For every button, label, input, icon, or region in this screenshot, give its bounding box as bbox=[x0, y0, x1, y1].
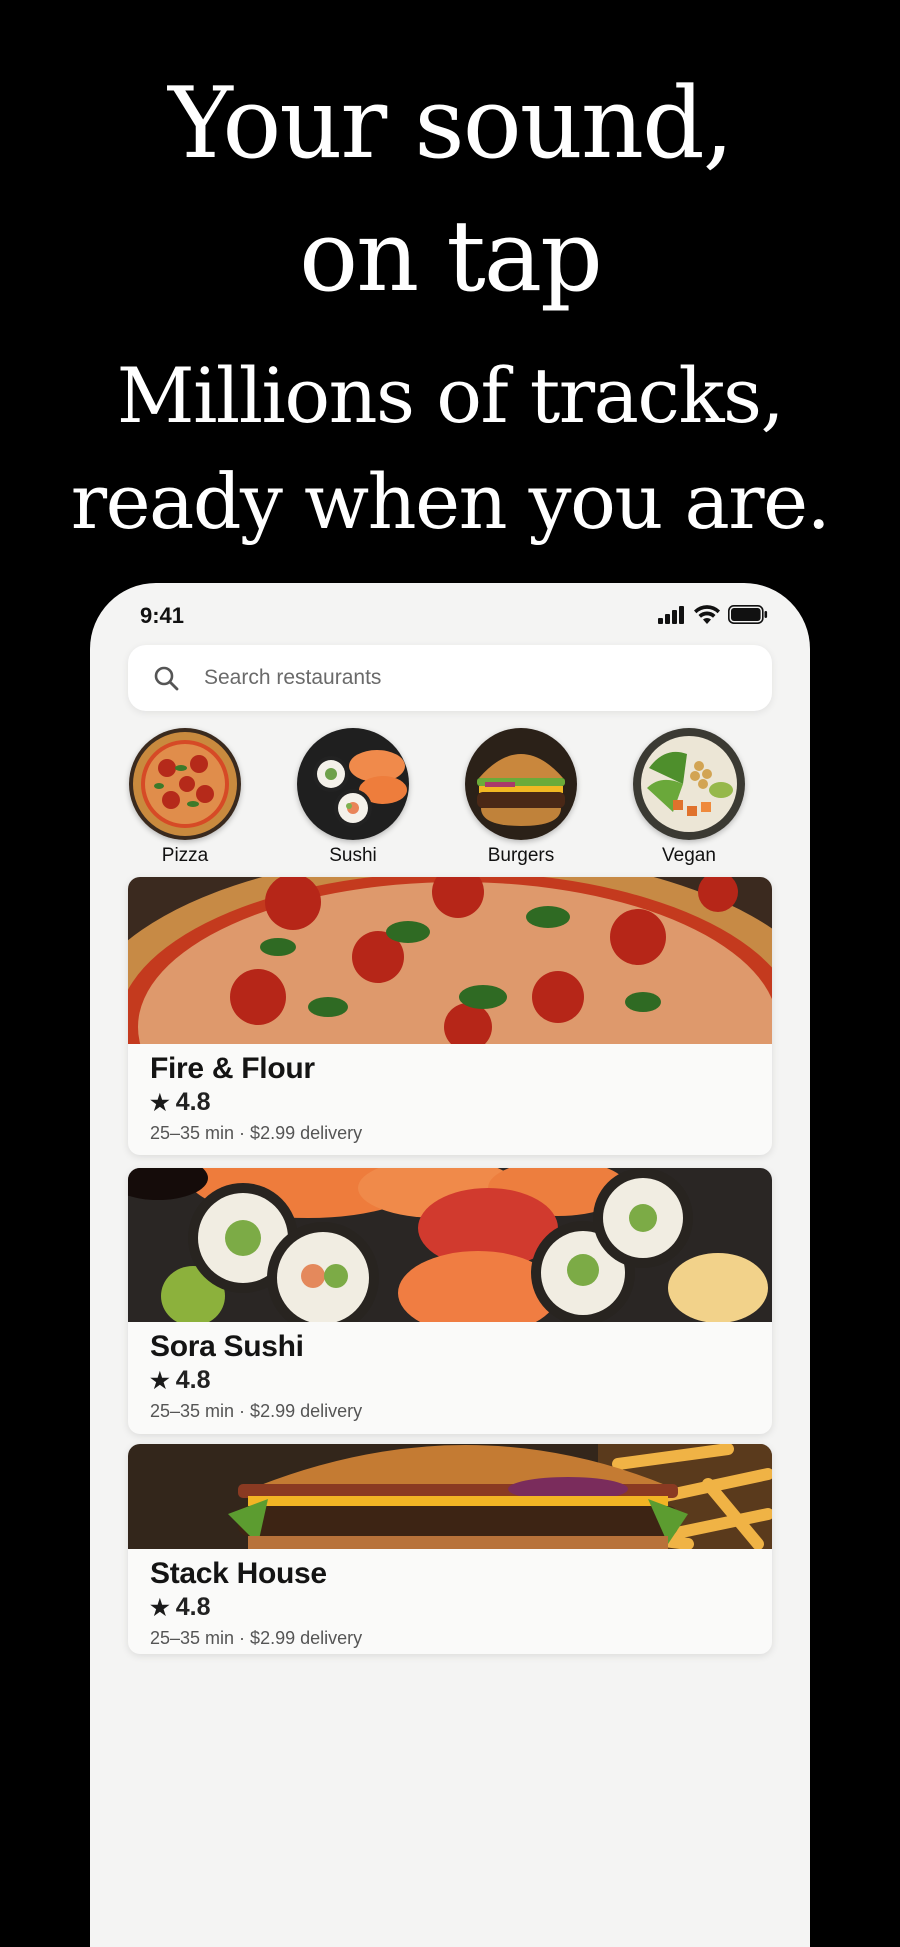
pizza-photo bbox=[128, 877, 772, 1044]
rating-value: 4.8 bbox=[175, 1366, 211, 1394]
category-label: Burgers bbox=[487, 845, 555, 866]
rating: ★ 4.8 bbox=[150, 1366, 750, 1395]
delivery-info: 25–35 min · $2.99 delivery bbox=[150, 1628, 363, 1648]
vegan-bowl-image bbox=[633, 728, 745, 840]
card-body: Stack House ★ 4.8 25–35 min · $2.99 deli… bbox=[128, 1549, 772, 1649]
rating-value: 4.8 bbox=[175, 1088, 211, 1116]
headline-line-1: Your sound, bbox=[168, 67, 734, 181]
rating: ★ 4.8 bbox=[150, 1593, 750, 1622]
phone-screen: 9:41 Search restaurants Pizza Sushi Burg… bbox=[90, 583, 810, 1947]
rating: ★ 4.8 bbox=[150, 1088, 750, 1117]
pizza-image bbox=[129, 728, 241, 840]
card-body: Fire & Flour ★ 4.8 25–35 min · $2.99 del… bbox=[128, 1044, 772, 1144]
headline: Your sound, on tap bbox=[0, 58, 900, 324]
category-sushi[interactable]: Sushi bbox=[288, 728, 418, 867]
battery-icon bbox=[728, 605, 768, 624]
burger-image bbox=[465, 728, 577, 840]
search-bar[interactable] bbox=[128, 645, 772, 711]
wifi-icon bbox=[694, 605, 720, 624]
star-icon: ★ bbox=[150, 1594, 170, 1620]
status-icons bbox=[658, 605, 768, 624]
status-bar: 9:41 bbox=[90, 583, 810, 653]
subheadline: Millions of tracks, ready when you are. bbox=[0, 343, 900, 555]
sushi-photo bbox=[128, 1168, 772, 1322]
category-label: Pizza bbox=[161, 845, 209, 866]
subheadline-line-2: ready when you are. bbox=[70, 457, 831, 546]
restaurant-name: Sora Sushi bbox=[150, 1330, 304, 1363]
star-icon: ★ bbox=[150, 1089, 170, 1115]
rating-value: 4.8 bbox=[175, 1593, 211, 1621]
subheadline-line-1: Millions of tracks, bbox=[116, 351, 785, 440]
card-body: Sora Sushi ★ 4.8 25–35 min · $2.99 deliv… bbox=[128, 1322, 772, 1422]
restaurant-card-fire-flour[interactable]: Fire & Flour ★ 4.8 25–35 min · $2.99 del… bbox=[128, 877, 772, 1155]
category-label: Sushi bbox=[329, 845, 377, 866]
delivery-info: 25–35 min · $2.99 delivery bbox=[150, 1123, 363, 1143]
category-label: Vegan bbox=[662, 845, 716, 866]
search-input[interactable] bbox=[202, 665, 726, 691]
category-vegan[interactable]: Vegan bbox=[624, 728, 754, 867]
restaurant-name: Stack House bbox=[150, 1557, 327, 1590]
cellular-signal-icon bbox=[658, 605, 684, 624]
category-burgers[interactable]: Burgers bbox=[456, 728, 586, 867]
headline-line-2: on tap bbox=[299, 200, 603, 314]
category-list: Pizza Sushi Burgers Vegan bbox=[120, 728, 780, 868]
star-icon: ★ bbox=[150, 1367, 170, 1393]
burger-photo bbox=[128, 1444, 772, 1549]
category-pizza[interactable]: Pizza bbox=[120, 728, 250, 867]
delivery-info: 25–35 min · $2.99 delivery bbox=[150, 1401, 363, 1421]
restaurant-card-stack-house[interactable]: Stack House ★ 4.8 25–35 min · $2.99 deli… bbox=[128, 1444, 772, 1654]
search-icon bbox=[152, 664, 180, 692]
restaurant-name: Fire & Flour bbox=[150, 1052, 315, 1085]
status-time: 9:41 bbox=[140, 603, 185, 628]
sushi-image bbox=[297, 728, 409, 840]
restaurant-card-sora-sushi[interactable]: Sora Sushi ★ 4.8 25–35 min · $2.99 deliv… bbox=[128, 1168, 772, 1434]
